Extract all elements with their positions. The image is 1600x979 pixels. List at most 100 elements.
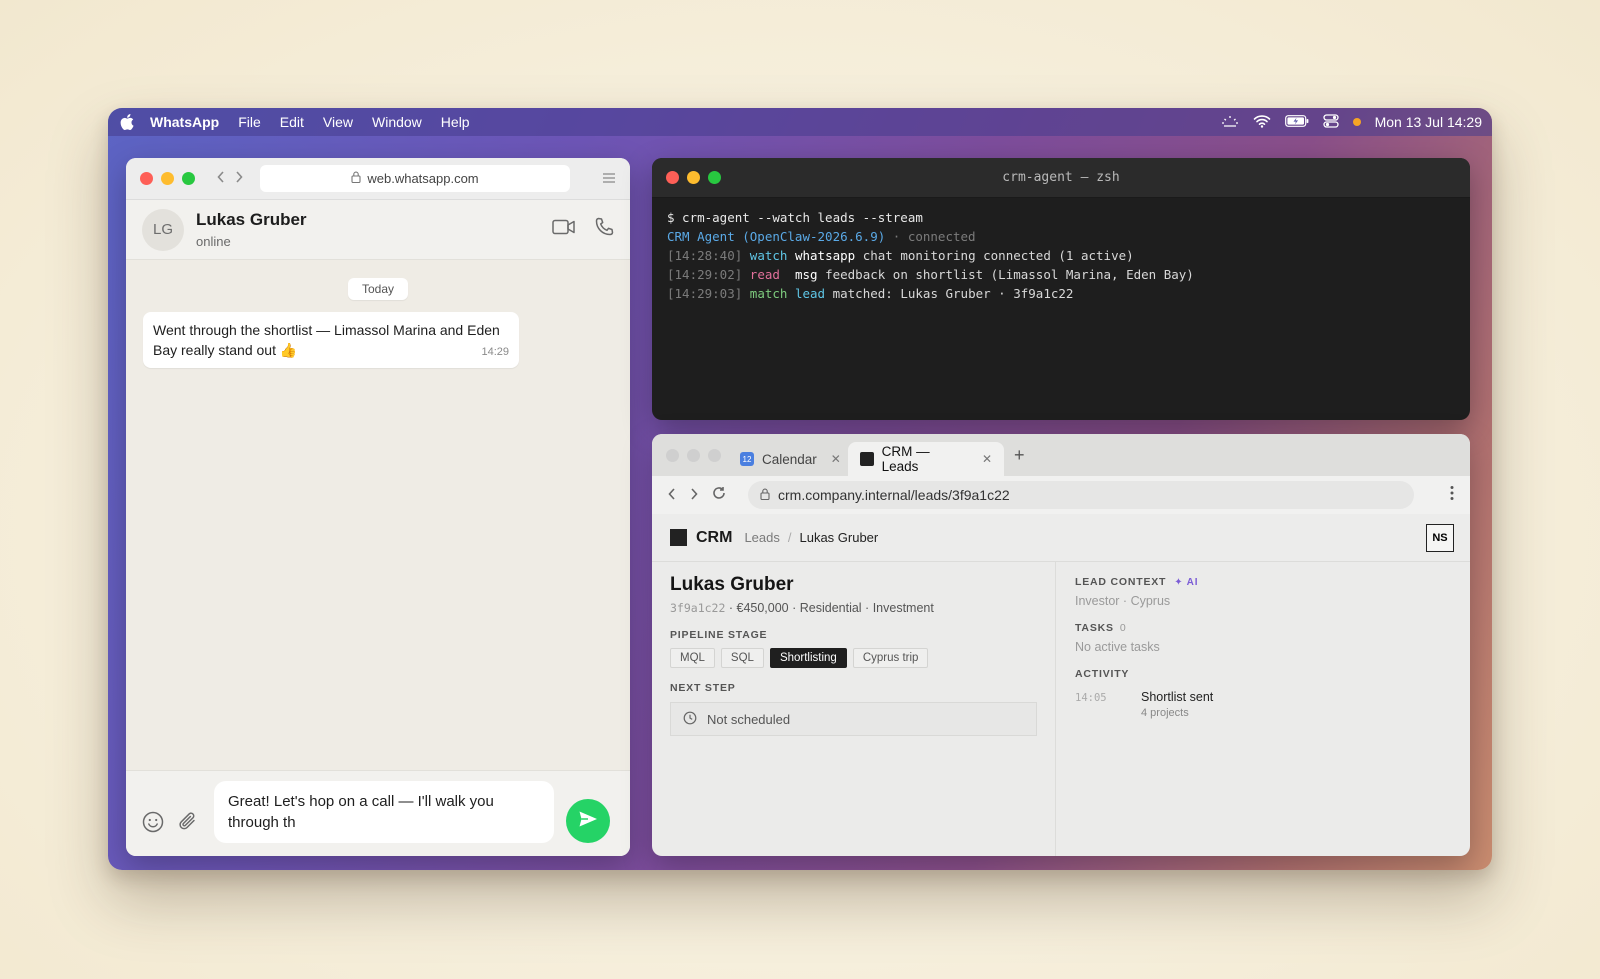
user-avatar[interactable]: NS (1426, 524, 1454, 552)
terminal-agent-line: CRM Agent (OpenClaw-2026.6.9) · connecte… (667, 227, 1455, 246)
browser-window-controls (666, 448, 721, 462)
crm-favicon-icon (860, 452, 874, 466)
close-tab-icon[interactable]: ✕ (982, 452, 992, 466)
terminal-title: crm-agent — zsh (1002, 170, 1120, 185)
browser-zoom-button[interactable] (708, 448, 721, 462)
whatsapp-url-bar[interactable]: web.whatsapp.com (260, 165, 570, 192)
crm-brand[interactable]: CRM (696, 529, 732, 547)
breadcrumb-separator: / (787, 530, 792, 545)
wa-nav (217, 170, 243, 188)
message-time: 14:29 (481, 346, 509, 358)
log-verb: watch (749, 248, 788, 263)
next-step-field[interactable]: Not scheduled (670, 702, 1037, 736)
send-button[interactable] (566, 799, 610, 843)
recording-indicator (1352, 118, 1361, 126)
voice-call-icon[interactable] (594, 217, 614, 242)
message-input[interactable]: Great! Let's hop on a call — I'll walk y… (214, 781, 554, 843)
tab-bar: 12 Calendar ✕ CRM — Leads ✕ + (652, 434, 1470, 476)
close-tab-icon[interactable]: ✕ (831, 452, 841, 466)
lead-meta: 3f9a1c22 · €450,000 · Residential · Inve… (670, 601, 1037, 615)
forward-chevron-icon[interactable] (235, 170, 243, 188)
address-bar[interactable]: crm.company.internal/leads/3f9a1c22 (748, 481, 1414, 509)
crm-logo-icon[interactable] (670, 529, 687, 546)
crm-header: CRM Leads / Lukas Gruber NS (652, 514, 1470, 562)
wifi-icon[interactable] (1253, 114, 1271, 131)
log-object: lead (794, 286, 826, 301)
control-center-icon[interactable] (1322, 113, 1339, 131)
minimize-window-button[interactable] (161, 172, 174, 185)
terminal-output[interactable]: $ crm-agent --watch leads --stream CRM Ag… (652, 198, 1470, 313)
tab-crm-label: CRM — Leads (881, 444, 930, 474)
tasks-label: TASKS 0 (1075, 622, 1452, 634)
back-chevron-icon[interactable] (217, 170, 225, 188)
lead-detail: Lukas Gruber 3f9a1c22 · €450,000 · Resid… (652, 562, 1470, 856)
log-timestamp: [14:28:40] (667, 248, 743, 263)
stage-sql[interactable]: SQL (720, 648, 764, 668)
menubar-clock[interactable]: Mon 13 Jul 14:29 (1375, 114, 1482, 130)
menu-view[interactable]: View (323, 114, 353, 130)
tasks-title: TASKS (1075, 622, 1114, 634)
desktop-screen: WhatsApp File Edit View Window Help Mon … (108, 108, 1492, 870)
log-timestamp: [14:29:02] (667, 267, 743, 282)
activity-time: 14:05 (1075, 692, 1107, 704)
contact-info[interactable]: Lukas Gruber online (196, 210, 307, 249)
browser-close-button[interactable] (666, 448, 679, 462)
new-tab-icon[interactable]: + (1014, 445, 1025, 466)
menu-window[interactable]: Window (372, 114, 422, 130)
clock-icon (683, 711, 697, 728)
status-area: Mon 13 Jul 14:29 (1221, 113, 1482, 131)
lead-context-value: Investor · Cyprus (1075, 594, 1171, 608)
log-object: msg (794, 267, 818, 282)
battery-icon[interactable] (1284, 114, 1309, 130)
contact-name: Lukas Gruber (196, 210, 307, 229)
menu-file[interactable]: File (238, 114, 261, 130)
close-window-button[interactable] (140, 172, 153, 185)
terminal-log-line: [14:29:03] match lead matched: Lukas Gru… (667, 284, 1455, 303)
chat-actions (552, 217, 614, 242)
breadcrumb-leads[interactable]: Leads (744, 530, 779, 545)
video-call-icon[interactable] (552, 219, 576, 240)
brightness-icon[interactable] (1221, 114, 1239, 131)
menu-edit[interactable]: Edit (280, 114, 304, 130)
apple-logo-icon[interactable] (120, 114, 136, 130)
lead-main-column: Lukas Gruber 3f9a1c22 · €450,000 · Resid… (652, 562, 1056, 856)
activity-subtitle: 4 projects (1141, 707, 1189, 719)
menu-help[interactable]: Help (441, 114, 470, 130)
activity-item[interactable]: 14:05 Shortlist sent 4 projects (1075, 690, 1452, 719)
terminal-titlebar: crm-agent — zsh (652, 158, 1470, 198)
zoom-window-button[interactable] (182, 172, 195, 185)
lead-name: Lukas Gruber (670, 574, 794, 595)
terminal-window: crm-agent — zsh $ crm-agent --watch lead… (652, 158, 1470, 420)
stage-cyprus-trip[interactable]: Cyprus trip (852, 648, 929, 668)
emoji-icon[interactable] (142, 811, 164, 838)
log-verb: match (749, 286, 788, 301)
next-step-label: NEXT STEP (670, 682, 736, 694)
back-chevron-icon[interactable] (668, 487, 676, 504)
tasks-count: 0 (1119, 622, 1127, 634)
lead-id: 3f9a1c22 (670, 601, 726, 615)
app-name[interactable]: WhatsApp (150, 114, 219, 130)
send-arrow-icon (578, 810, 598, 833)
browser-nav (668, 486, 726, 504)
tab-calendar[interactable]: 12 Calendar ✕ (728, 442, 853, 476)
browser-minimize-button[interactable] (687, 448, 700, 462)
log-object: whatsapp (794, 248, 856, 263)
incoming-message[interactable]: Went through the shortlist — Limassol Ma… (143, 312, 519, 368)
stage-shortlisting[interactable]: Shortlisting (769, 648, 847, 668)
lead-context-label: LEAD CONTEXT ✦ AI (1075, 576, 1452, 588)
avatar[interactable]: LG (142, 208, 184, 251)
forward-chevron-icon[interactable] (690, 487, 698, 504)
activity-title: Shortlist sent (1141, 690, 1214, 704)
log-message: chat monitoring connected (1 active) (862, 248, 1134, 263)
tab-crm-leads[interactable]: CRM — Leads ✕ (848, 442, 1004, 476)
more-options-icon[interactable] (1450, 485, 1454, 506)
hamburger-menu-icon[interactable] (602, 171, 616, 189)
log-timestamp: [14:29:03] (667, 286, 743, 301)
stage-mql[interactable]: MQL (670, 648, 715, 668)
address-bar-row: crm.company.internal/leads/3f9a1c22 (652, 476, 1470, 514)
paperclip-icon[interactable] (178, 811, 198, 838)
lock-icon (760, 487, 770, 503)
pipeline-stages: MQL SQL Shortlisting Cyprus trip (670, 648, 1037, 668)
reload-icon[interactable] (712, 486, 726, 504)
chat-body[interactable]: Today Went through the shortlist — Limas… (126, 260, 630, 770)
